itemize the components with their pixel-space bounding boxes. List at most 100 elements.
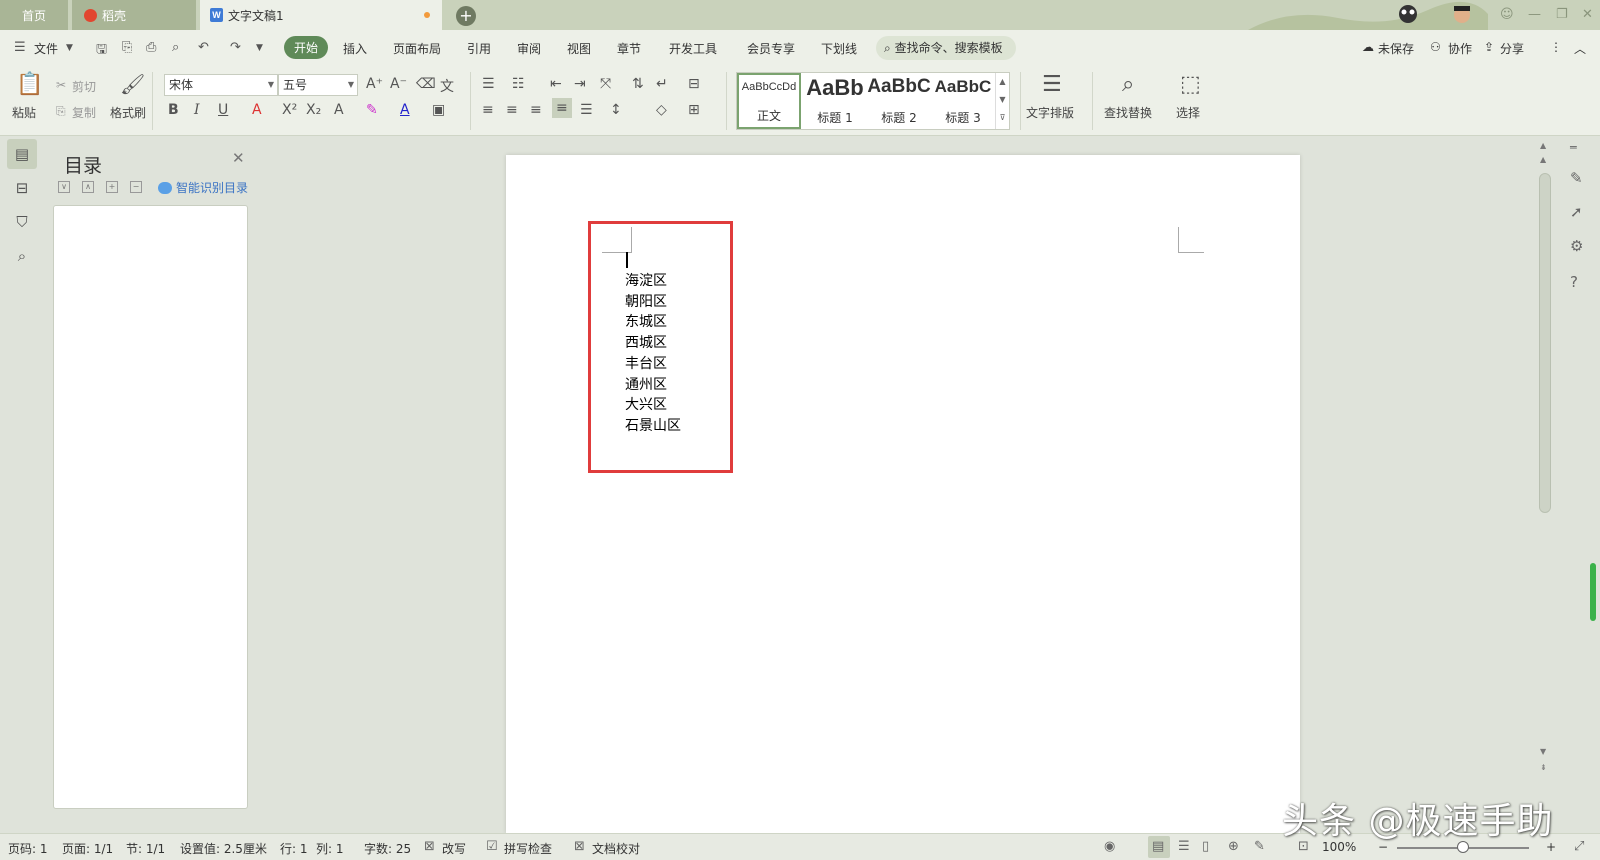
write-view-icon[interactable]: ✎ (1254, 839, 1265, 854)
toc-list[interactable] (53, 205, 248, 809)
increase-indent-icon[interactable]: ⇥ (574, 76, 586, 92)
hamburger-icon[interactable]: ☰ (14, 40, 26, 55)
menu-tab-references[interactable]: 引用 (467, 40, 491, 57)
menu-tab-dev-tools[interactable]: 开发工具 (669, 40, 717, 57)
font-name-select[interactable]: 宋体 ▼ (164, 74, 278, 96)
unsaved-label[interactable]: 未保存 (1378, 40, 1414, 57)
grow-font-icon[interactable]: A⁺ (366, 76, 383, 92)
scroll-up-icon[interactable]: ▲ (1540, 141, 1546, 150)
paste-icon[interactable]: 📋 (16, 72, 43, 97)
menu-tab-start[interactable]: 开始 (284, 36, 329, 59)
web-view-icon[interactable]: ⊕ (1228, 839, 1239, 854)
char-border-icon[interactable]: ▣ (432, 102, 445, 118)
style-normal[interactable]: AaBbCcDd 正文 (737, 73, 801, 129)
copy-icon[interactable]: ⎘ (56, 104, 66, 119)
print-preview-icon[interactable]: ⌕ (172, 40, 179, 55)
style-heading-1[interactable]: AaBb 标题 1 (803, 73, 867, 129)
scroll-thumb[interactable] (1539, 173, 1551, 513)
outline-view-icon[interactable]: ☰ (1178, 839, 1190, 854)
close-icon[interactable]: ✕ (232, 149, 245, 167)
undo-icon[interactable]: ↶ (198, 40, 209, 55)
phonetic-guide-icon[interactable]: 文 (440, 76, 454, 96)
highlight-color-icon[interactable]: ✎ (366, 102, 378, 118)
menu-tab-insert[interactable]: 插入 (343, 40, 367, 57)
select-button[interactable]: 选择 (1176, 104, 1200, 121)
collab-icon[interactable]: ⚇ (1430, 40, 1441, 54)
menu-tab-underline[interactable]: 下划线 (821, 40, 857, 57)
cloud-icon[interactable]: ☁ (1362, 40, 1374, 54)
command-search[interactable]: ⌕ 查找命令、搜索模板 (876, 36, 1016, 60)
redo-icon[interactable]: ↷ (230, 40, 241, 55)
more-icon[interactable]: ⋮ (1550, 40, 1562, 54)
format-painter-button[interactable]: 格式刷 (110, 104, 146, 121)
justify-icon[interactable]: ≡ (552, 98, 572, 118)
export-icon[interactable]: ⎘ (122, 40, 132, 55)
menu-tab-review[interactable]: 审阅 (517, 40, 541, 57)
navigation-icon[interactable]: ⊟ (12, 179, 32, 199)
distribute-icon[interactable]: ☰ (580, 102, 593, 118)
settings-sliders-icon[interactable]: ⚙ (1570, 237, 1583, 255)
para-mark-icon[interactable]: ↵ (656, 76, 668, 92)
status-page[interactable]: 页码: 1 (8, 840, 48, 857)
close-window-icon[interactable]: ✕ (1582, 7, 1593, 22)
file-chevron-down-icon[interactable]: ▼ (66, 43, 73, 53)
search-panel-icon[interactable]: ⌕ (12, 247, 32, 267)
cut-icon[interactable]: ✂ (56, 78, 66, 92)
status-pages[interactable]: 页面: 1/1 (62, 840, 113, 857)
collapse-ribbon-icon[interactable]: ︿ (1574, 40, 1586, 57)
add-heading-icon[interactable]: + (106, 181, 118, 193)
side-indicator[interactable] (1590, 563, 1596, 621)
text-layout-button[interactable]: 文字排版 (1026, 104, 1074, 121)
align-center-icon[interactable]: ≡ (506, 102, 518, 118)
menu-tab-view[interactable]: 视图 (567, 40, 591, 57)
scroll-page-down-icon[interactable]: ⇟ (1540, 763, 1547, 772)
style-heading-3[interactable]: AaBbC 标题 3 (931, 73, 995, 129)
smart-toc-button[interactable]: 智能识别目录 (158, 179, 248, 196)
shrink-font-icon[interactable]: A⁻ (390, 76, 407, 92)
collapse-all-icon[interactable]: ∧ (82, 181, 94, 193)
chinese-layout-icon[interactable]: ⤧ (600, 76, 611, 92)
tab-stop-icon[interactable]: ⊟ (688, 76, 700, 92)
text-layout-icon[interactable]: ☰ (1042, 72, 1062, 97)
strikethrough-icon[interactable]: A (252, 102, 262, 118)
share-button[interactable]: 分享 (1500, 40, 1524, 57)
help-icon[interactable]: ? (1570, 273, 1578, 291)
status-word-count[interactable]: 字数: 25 (364, 840, 411, 857)
font-size-select[interactable]: 五号 ▼ (278, 74, 358, 96)
status-row[interactable]: 行: 1 (280, 840, 308, 857)
print-icon[interactable]: ⎙ (146, 40, 156, 55)
italic-icon[interactable]: I (194, 102, 200, 118)
fullscreen-icon[interactable]: ⤢ (1574, 839, 1584, 854)
spellcheck-toggle[interactable]: 拼写检查 (504, 840, 552, 857)
scroll-down-icon[interactable]: ▼ (1540, 747, 1546, 756)
format-painter-icon[interactable]: 🖌 (120, 72, 145, 96)
style-gallery-scroll[interactable]: ▲ ▼ ⊽ (995, 73, 1009, 129)
clear-format-icon[interactable]: ⌫ (416, 76, 436, 92)
copy-button[interactable]: 复制 (72, 104, 96, 121)
bold-icon[interactable]: B (168, 102, 179, 118)
menu-tab-member[interactable]: 会员专享 (747, 40, 795, 57)
line-spacing-icon[interactable]: ↕ (610, 102, 622, 118)
minimize-icon[interactable]: — (1528, 7, 1541, 22)
bookmark-icon[interactable]: ⛉ (12, 213, 32, 233)
page-view-icon[interactable]: ▤ (1152, 839, 1164, 854)
eye-protect-icon[interactable]: ◉ (1104, 839, 1115, 854)
align-left-icon[interactable]: ≡ (482, 102, 494, 118)
new-tab-button[interactable]: + (456, 6, 476, 26)
cut-button[interactable]: 剪切 (72, 78, 96, 95)
pointer-icon[interactable]: ➚ (1570, 203, 1583, 221)
expand-all-icon[interactable]: ∨ (58, 181, 70, 193)
edit-icon[interactable]: ✎ (1570, 169, 1583, 187)
status-section[interactable]: 节: 1/1 (126, 840, 165, 857)
paste-button[interactable]: 粘贴 (12, 104, 36, 121)
toc-panel-icon[interactable]: ▤ (7, 139, 37, 169)
bullet-list-icon[interactable]: ☰ (482, 76, 495, 92)
borders-icon[interactable]: ⊞ (688, 102, 700, 118)
align-right-icon[interactable]: ≡ (530, 102, 542, 118)
save-icon[interactable]: 🖫 (96, 40, 107, 62)
vertical-scrollbar[interactable]: ▲ ▲ ▼ ⇟ (1536, 137, 1556, 833)
sort-icon[interactable]: ⇅ (632, 76, 644, 92)
subscript-icon[interactable]: X₂ (306, 102, 321, 118)
restore-icon[interactable]: ❐ (1556, 7, 1568, 22)
select-icon[interactable]: ⬚ (1180, 72, 1201, 97)
